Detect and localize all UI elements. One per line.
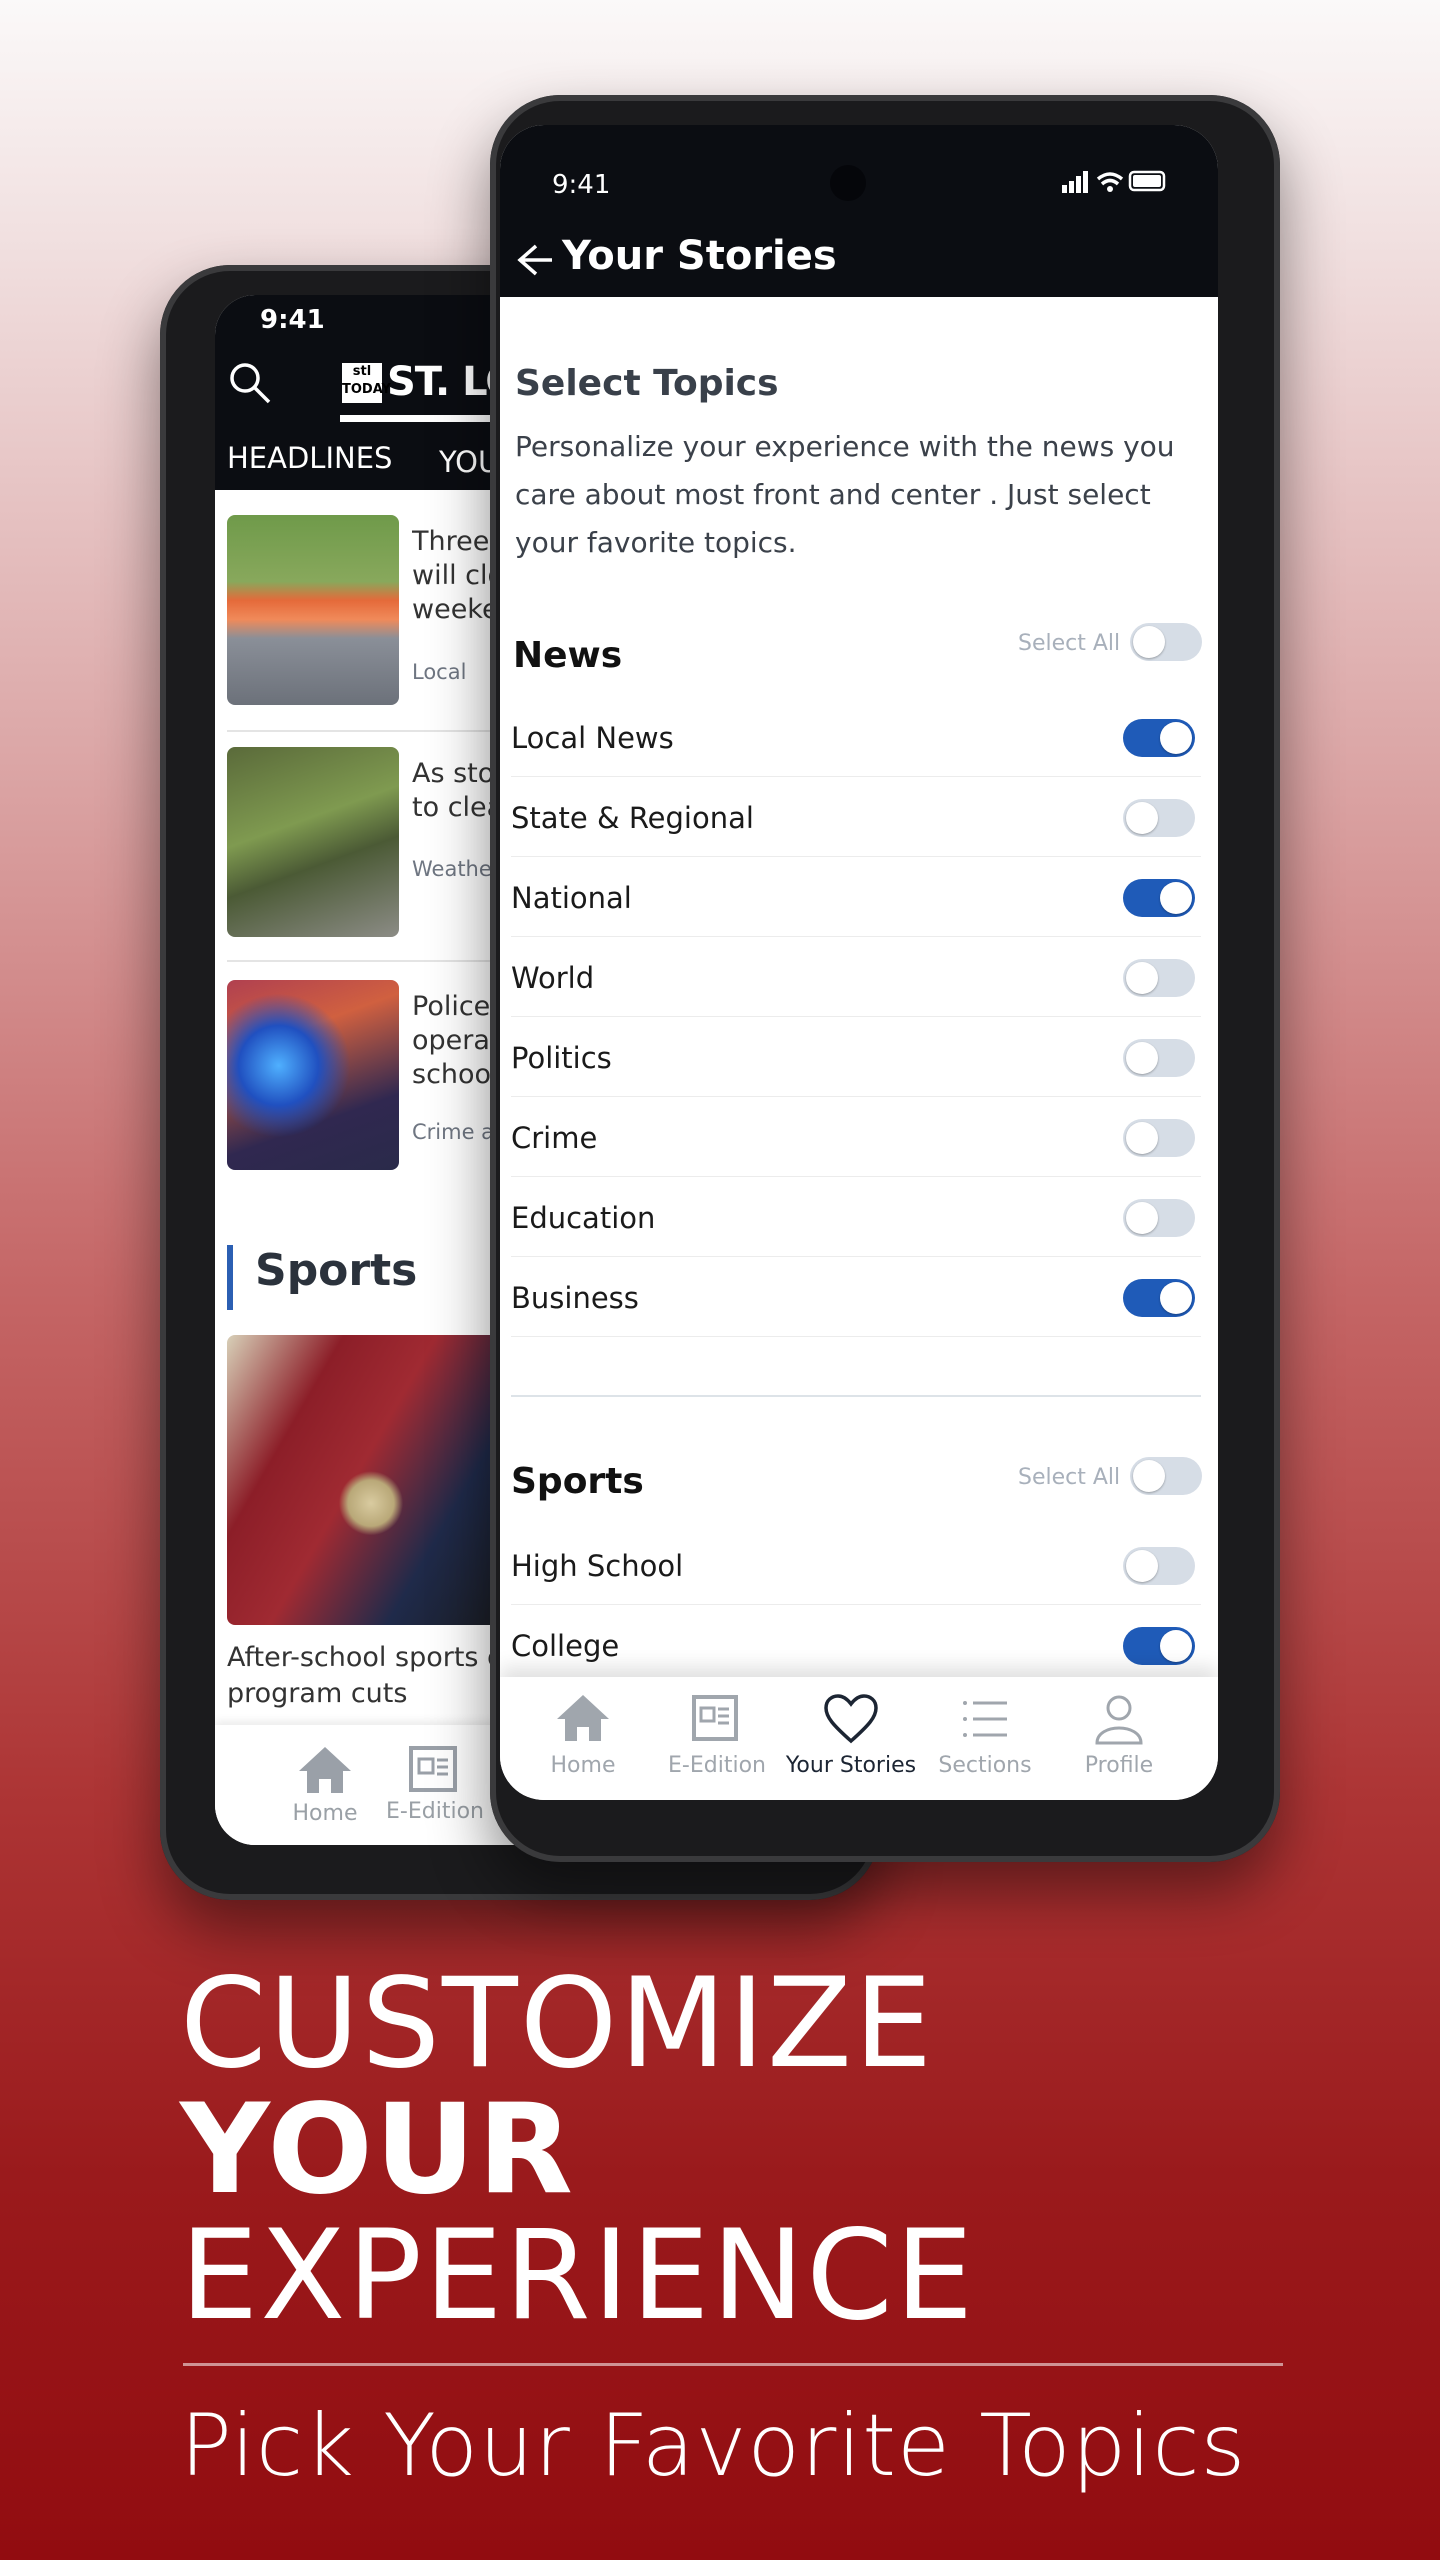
nav-sections[interactable]: Sections [918, 1693, 1052, 1778]
promo-line-2: YOUR [180, 2078, 575, 2222]
promo-line-3: EXPERIENCE [180, 2204, 976, 2348]
nav-e-edition[interactable]: E-Edition [650, 1693, 784, 1778]
front-phone: 9:41 Your Stories Select Topics Personal… [490, 95, 1280, 1862]
section-accent-bar [227, 1245, 233, 1310]
section-title: Sports [255, 1245, 418, 1296]
camera-icon [830, 165, 866, 201]
nav-label: Profile [1084, 1753, 1154, 1778]
topic-row[interactable]: Local News [511, 697, 1201, 777]
select-all-label: Select All [1018, 1465, 1121, 1490]
home-icon [557, 1695, 609, 1741]
section-title-news: News [513, 635, 623, 676]
topic-label: National [511, 881, 632, 915]
topic-row[interactable]: Crime [511, 1097, 1201, 1177]
list-icon [963, 1701, 1007, 1737]
topic-toggle[interactable] [1123, 879, 1195, 917]
topic-label: College [511, 1629, 620, 1663]
search-icon[interactable] [227, 360, 273, 406]
person-icon [1095, 1695, 1143, 1745]
topic-toggle[interactable] [1123, 1039, 1195, 1077]
topic-row[interactable]: Politics [511, 1017, 1201, 1097]
status-time: 9:41 [552, 170, 611, 200]
story-category: Local [412, 660, 467, 684]
back-arrow-icon[interactable] [516, 243, 554, 277]
front-header: 9:41 Your Stories [500, 125, 1218, 297]
topic-toggle[interactable] [1123, 959, 1195, 997]
story-category: Crime a [412, 1120, 492, 1144]
select-all-label: Select All [1018, 631, 1121, 656]
topic-toggle[interactable] [1123, 1627, 1195, 1665]
topic-toggle[interactable] [1123, 799, 1195, 837]
bottom-nav: Home E-Edition Your Stories Sections Profile [500, 1677, 1218, 1800]
topic-row[interactable]: National [511, 857, 1201, 937]
story-thumbnail [227, 980, 399, 1170]
newspaper-icon [409, 1746, 457, 1792]
page-description: Personalize your experience with the new… [515, 430, 1175, 559]
topic-row[interactable]: World [511, 937, 1201, 1017]
topic-label: World [511, 961, 595, 995]
page-heading: Select Topics [515, 363, 779, 404]
nav-label: Your Stories [785, 1753, 917, 1778]
nav-label: Sections [938, 1753, 1032, 1778]
signal-icon [1062, 171, 1088, 193]
nav-your-stories[interactable]: Your Stories [784, 1693, 918, 1778]
nav-home[interactable]: Home [516, 1693, 650, 1778]
story-category: Weather [412, 857, 492, 881]
topic-row[interactable]: Business [511, 1257, 1201, 1337]
nav-label: Home [550, 1753, 616, 1778]
topic-label: High School [511, 1549, 684, 1583]
front-phone-screen: 9:41 Your Stories Select Topics Personal… [500, 125, 1218, 1800]
topic-toggle[interactable] [1123, 719, 1195, 757]
nav-home[interactable]: Home [270, 1745, 380, 1826]
header-title: Your Stories [562, 233, 837, 279]
topic-row[interactable]: Education [511, 1177, 1201, 1257]
story-thumbnail [227, 515, 399, 705]
section-title-sports: Sports [511, 1461, 644, 1502]
nav-label: E-Edition [668, 1753, 766, 1778]
sports-photo[interactable] [227, 1335, 527, 1625]
wifi-icon [1096, 172, 1124, 192]
topic-label: Business [511, 1281, 639, 1315]
story-title: Threewill cloweeke [412, 526, 492, 625]
story-title: Police opera schoo [412, 991, 492, 1090]
select-all-sports-toggle[interactable] [1130, 1457, 1202, 1495]
logo-badge: stl TODAY [342, 363, 391, 403]
story-thumbnail [227, 747, 399, 937]
status-icons [1062, 170, 1166, 193]
topic-label: Local News [511, 721, 674, 755]
topic-toggle[interactable] [1123, 1199, 1195, 1237]
nav-profile[interactable]: Profile [1052, 1693, 1186, 1778]
topic-toggle[interactable] [1123, 1547, 1195, 1585]
status-time: 9:41 [260, 305, 325, 335]
topic-label: Politics [511, 1041, 612, 1075]
topic-toggle[interactable] [1123, 1279, 1195, 1317]
story-title: As stoto clea [412, 758, 492, 823]
topic-row[interactable]: High School [511, 1525, 1201, 1605]
heart-icon [824, 1694, 878, 1744]
section-divider [511, 1395, 1201, 1397]
topic-label: Education [511, 1201, 656, 1235]
topic-label: Crime [511, 1121, 598, 1155]
topic-row[interactable]: State & Regional [511, 777, 1201, 857]
nav-e-edition[interactable]: E-Edition [380, 1745, 490, 1824]
promo-subtitle: Pick Your Favorite Topics [180, 2396, 1247, 2496]
logo-underline [340, 415, 510, 422]
topic-label: State & Regional [511, 801, 754, 835]
sports-headline[interactable]: After-school sports c program cuts [227, 1640, 502, 1712]
newspaper-icon [692, 1695, 738, 1741]
select-all-news-toggle[interactable] [1130, 623, 1202, 661]
topic-toggle[interactable] [1123, 1119, 1195, 1157]
home-icon [299, 1747, 351, 1793]
topic-row[interactable]: College [511, 1605, 1201, 1685]
tab-headlines[interactable]: HEADLINES [227, 441, 392, 475]
promo-divider [183, 2363, 1283, 2366]
promo-line-1: CUSTOMIZE [180, 1952, 935, 2096]
